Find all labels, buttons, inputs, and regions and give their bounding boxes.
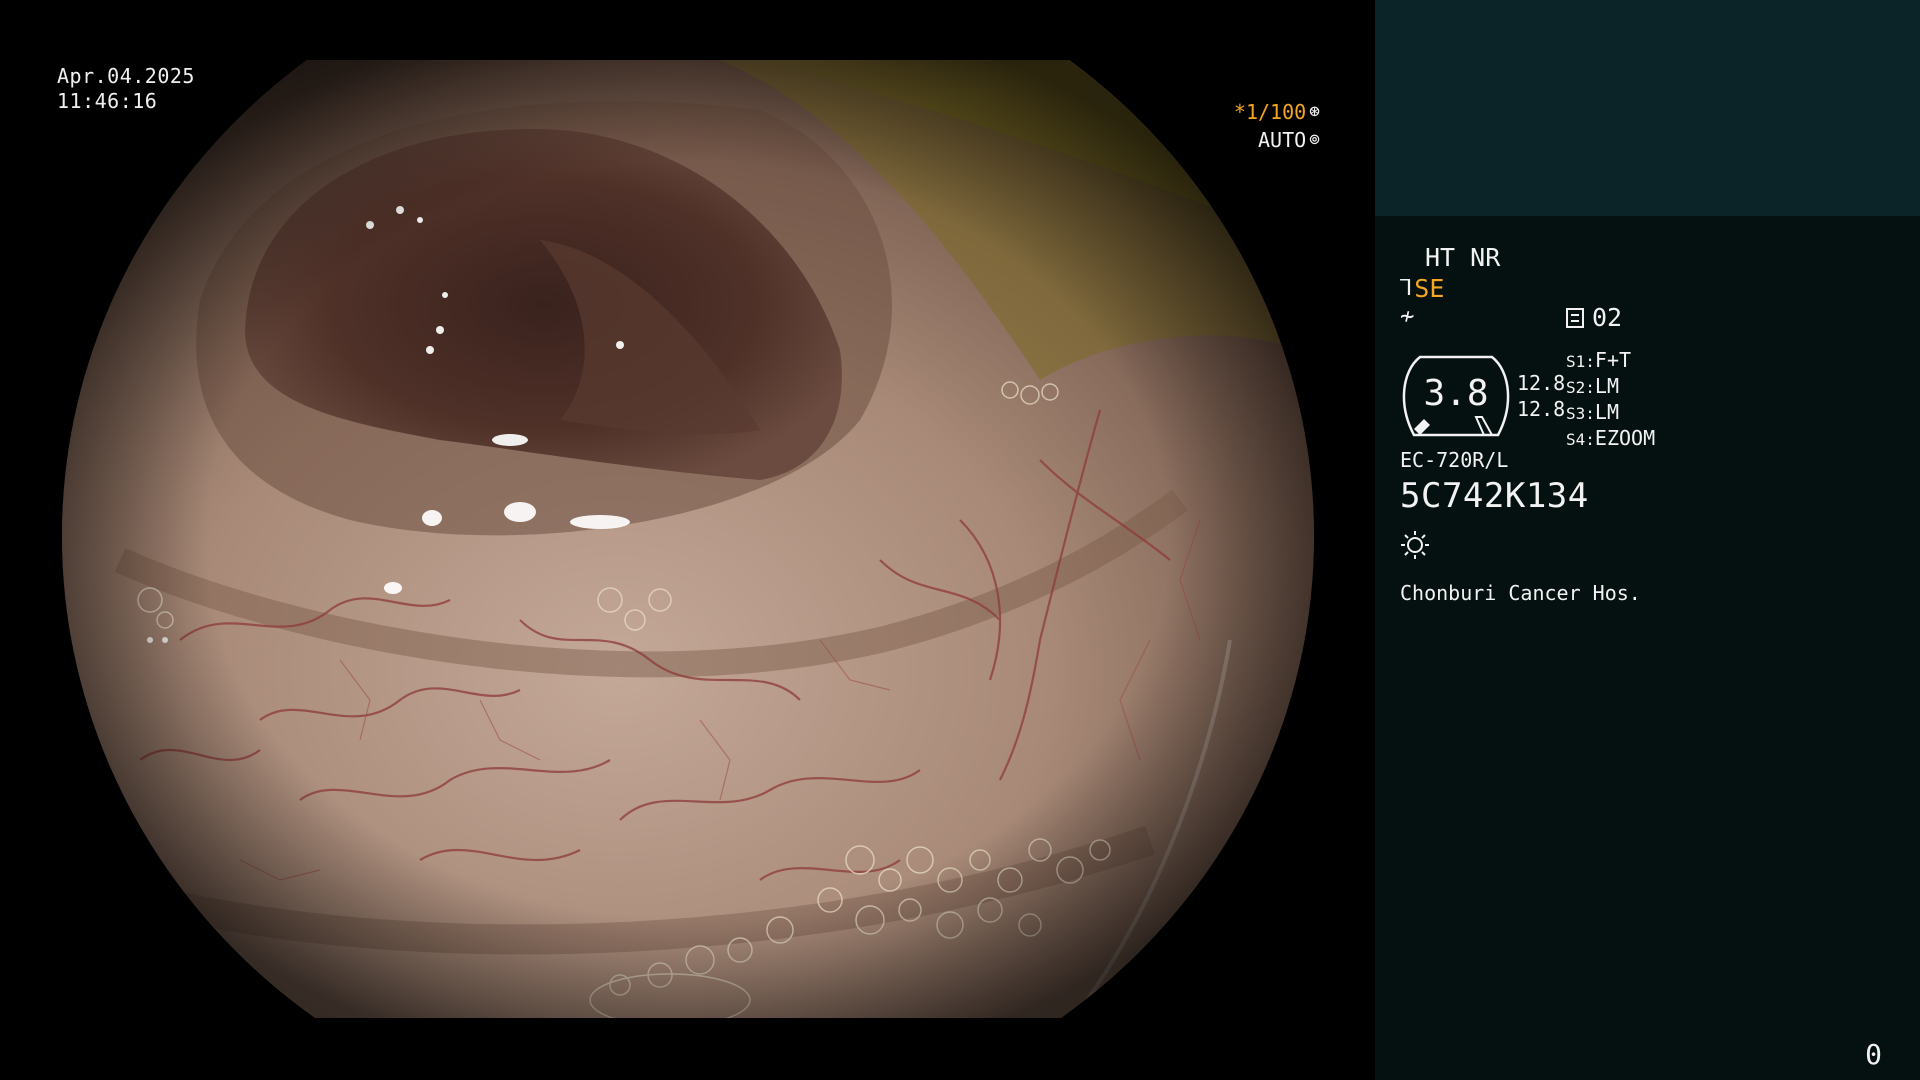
iris-mode: AUTO <box>1257 128 1307 152</box>
side-value-2: 12.8 <box>1517 397 1566 421</box>
memo-indicator: 02 <box>1566 303 1622 332</box>
info-panel <box>1375 216 1920 1080</box>
datetime-readout: Apr.04.2025 11:46:16 <box>57 64 195 114</box>
switch-row: S3:LM <box>1566 400 1619 424</box>
gauge-left-marker <box>1414 419 1430 435</box>
scope-model: EC-720R/L <box>1400 448 1509 472</box>
se-indicator: ⅂ SE <box>1400 274 1444 303</box>
image-counter: 0 <box>1865 1038 1882 1071</box>
se-label: SE <box>1414 274 1445 303</box>
endoscope-view: Apr.04.2025 11:46:16 *1/100 ⊛ AUTO ⊚ <box>0 0 1375 1080</box>
switch-row: S2:LM <box>1566 374 1619 398</box>
shutter-speed: *1/100 <box>1233 100 1307 124</box>
ht-nr-indicator: HT NR <box>1425 243 1501 272</box>
switch-row: S4:EZOOM <box>1566 426 1656 450</box>
shutter-icon: ⊛ <box>1309 101 1320 122</box>
endoscopy-screen: Apr.04.2025 11:46:16 *1/100 ⊛ AUTO ⊚ HT … <box>0 0 1920 1080</box>
enhance-icon: ⅂ <box>1400 276 1413 301</box>
scope-serial: 5C742K134 <box>1400 476 1589 516</box>
switch-row: S1:F+T <box>1566 348 1632 372</box>
date-text: Apr.04.2025 <box>57 64 195 88</box>
memo-value: 02 <box>1592 303 1623 332</box>
hospital-name: Chonburi Cancer Hos. <box>1400 581 1641 605</box>
switch-assignments: S1:F+T S2:LM S3:LM S4:EZOOM <box>1566 348 1655 452</box>
gauge-value: 3.8 <box>1423 373 1489 414</box>
gauge-right-marker <box>1474 416 1494 436</box>
time-text: 11:46:16 <box>57 89 158 113</box>
side-values: 12.8 12.8 <box>1517 370 1565 422</box>
endoscopic-image <box>62 60 1314 1018</box>
iris-icon: ⊚ <box>1309 129 1320 150</box>
memo-icon <box>1566 307 1584 328</box>
sun-icon <box>1401 531 1429 559</box>
shutter-readout: *1/100 ⊛ AUTO ⊚ <box>1234 98 1320 154</box>
panel-thumbnail-area <box>1375 0 1920 216</box>
side-value-1: 12.8 <box>1517 371 1566 395</box>
f-curve-icon: ≁ <box>1400 302 1415 330</box>
